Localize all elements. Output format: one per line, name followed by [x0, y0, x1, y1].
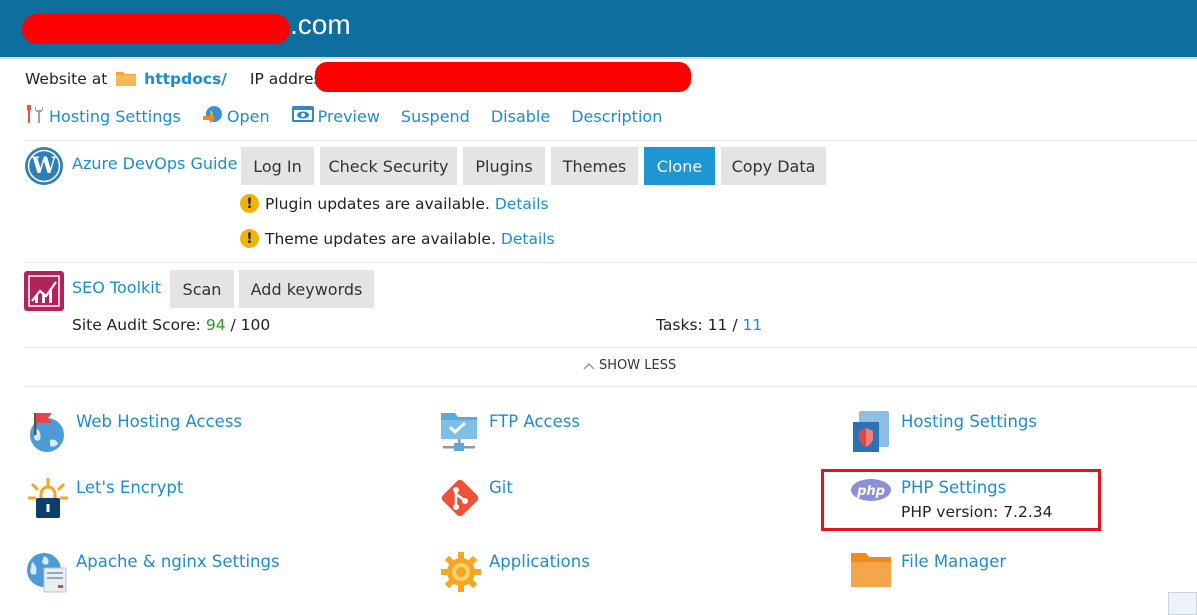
- ftp-access-tool[interactable]: FTP Access: [439, 410, 580, 456]
- warning-icon: !: [240, 194, 259, 213]
- divider: [24, 262, 1197, 263]
- ftp-folder-icon: [439, 410, 485, 456]
- shield-document-icon: [851, 410, 897, 456]
- apache-nginx-settings-label: Apache & nginx Settings: [76, 552, 280, 571]
- tasks-label: Tasks:: [656, 316, 703, 334]
- plugins-button[interactable]: Plugins: [463, 147, 545, 185]
- globe-flag-icon: [26, 410, 72, 456]
- show-less-label: SHOW LESS: [599, 358, 677, 373]
- globe-arrow-icon: [202, 104, 227, 128]
- scan-button[interactable]: Scan: [170, 270, 234, 308]
- add-keywords-button[interactable]: Add keywords: [239, 270, 374, 308]
- redacted-domain-name: [22, 14, 290, 44]
- domain-header: .com: [0, 0, 1197, 57]
- gear-icon: [439, 550, 485, 596]
- scroll-corner: [1168, 592, 1197, 615]
- audit-score-total: / 100: [225, 316, 271, 334]
- wordpress-icon: W: [24, 146, 64, 190]
- plugin-details-link[interactable]: Details: [495, 195, 549, 213]
- log-in-button[interactable]: Log In: [241, 147, 314, 185]
- git-tool[interactable]: Git: [439, 476, 513, 522]
- audit-score-value: 94: [205, 316, 226, 334]
- website-info: Website at httpdocs/ IP address:: [25, 70, 335, 90]
- tools-icon: [24, 104, 49, 128]
- copy-data-button[interactable]: Copy Data: [721, 147, 826, 185]
- site-audit-score: Site Audit Score: 94 / 100: [72, 316, 270, 334]
- folder-icon: [116, 70, 137, 90]
- web-hosting-access-label: Web Hosting Access: [76, 412, 243, 431]
- description-link[interactable]: Description: [571, 107, 662, 126]
- preview-label: Preview: [317, 106, 380, 126]
- divider: [24, 386, 1197, 387]
- disable-link[interactable]: Disable: [491, 107, 550, 126]
- folder-icon: [851, 550, 897, 596]
- plugin-update-notice: ! Plugin updates are available. Details: [240, 194, 549, 213]
- show-less-toggle[interactable]: SHOW LESS: [583, 358, 676, 373]
- divider: [24, 347, 1197, 348]
- redacted-ip-address: [315, 62, 691, 92]
- website-actions: Hosting Settings Open Preview Suspend Di…: [24, 104, 683, 128]
- wordpress-site-name[interactable]: Azure DevOps Guide: [72, 154, 237, 173]
- divider: [24, 140, 1197, 141]
- website-at-label: Website at: [25, 70, 108, 88]
- theme-update-text: Theme updates are available.: [265, 229, 496, 248]
- open-link[interactable]: Open: [202, 104, 270, 128]
- lets-encrypt-tool[interactable]: Let's Encrypt: [26, 476, 183, 522]
- applications-label: Applications: [489, 552, 590, 571]
- apache-nginx-settings-tool[interactable]: Apache & nginx Settings: [26, 550, 280, 596]
- lock-sun-icon: [26, 476, 72, 522]
- suspend-link[interactable]: Suspend: [401, 107, 470, 126]
- hosting-settings-link[interactable]: Hosting Settings: [24, 104, 181, 128]
- globe-server-icon: [26, 550, 72, 596]
- ftp-access-label: FTP Access: [489, 412, 580, 431]
- hosting-settings-label: Hosting Settings: [901, 412, 1038, 431]
- warning-icon: !: [240, 229, 259, 248]
- header-divider: [0, 57, 1197, 59]
- check-security-button[interactable]: Check Security: [320, 147, 457, 185]
- file-manager-tool[interactable]: File Manager: [851, 550, 1006, 596]
- lets-encrypt-label: Let's Encrypt: [76, 478, 184, 497]
- docroot-link[interactable]: httpdocs/: [144, 70, 227, 88]
- php-settings-highlight: [821, 469, 1101, 531]
- eye-icon: [291, 105, 318, 127]
- web-hosting-access-tool[interactable]: Web Hosting Access: [26, 410, 242, 456]
- audit-score-label: Site Audit Score:: [72, 316, 201, 334]
- hosting-settings-tool[interactable]: Hosting Settings: [851, 410, 1037, 456]
- git-icon: [439, 476, 485, 522]
- themes-button[interactable]: Themes: [551, 147, 638, 185]
- clone-button[interactable]: Clone: [644, 147, 715, 185]
- theme-update-notice: ! Theme updates are available. Details: [240, 229, 555, 248]
- chevron-up-icon: [583, 362, 595, 370]
- plugin-update-text: Plugin updates are available.: [265, 194, 490, 213]
- preview-link[interactable]: Preview: [291, 105, 380, 127]
- svg-text:W: W: [31, 153, 57, 179]
- seo-toolkit-link[interactable]: SEO Toolkit: [72, 278, 161, 297]
- git-label: Git: [489, 478, 513, 497]
- seo-toolkit-icon: [24, 271, 64, 315]
- file-manager-label: File Manager: [901, 552, 1007, 571]
- open-label: Open: [226, 106, 270, 126]
- hosting-settings-label: Hosting Settings: [49, 106, 181, 126]
- seo-tasks: Tasks: 11 / 11: [656, 316, 762, 334]
- tasks-total-link[interactable]: 11: [742, 316, 762, 334]
- theme-details-link[interactable]: Details: [501, 230, 555, 248]
- domain-suffix: .com: [290, 9, 351, 40]
- applications-tool[interactable]: Applications: [439, 550, 590, 596]
- tasks-done: 11 /: [702, 316, 743, 334]
